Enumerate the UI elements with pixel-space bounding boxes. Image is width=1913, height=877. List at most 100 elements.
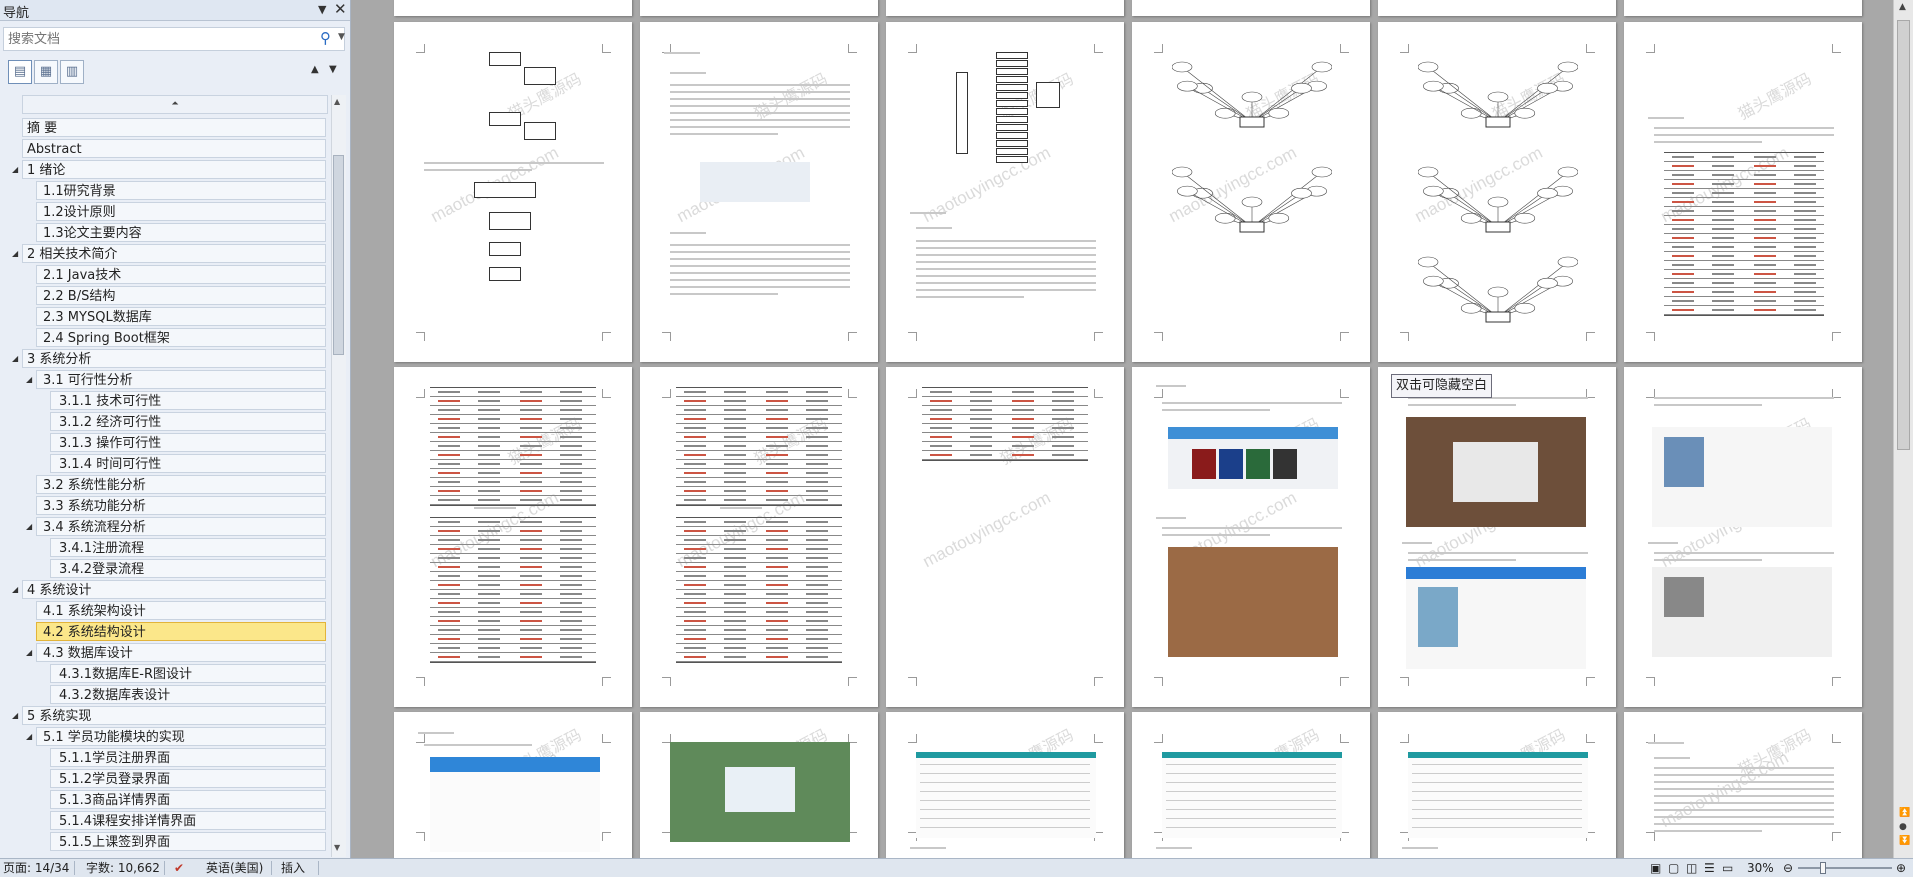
- outline-heading[interactable]: 2 相关技术简介: [22, 244, 326, 263]
- results-view-tab[interactable]: ▥: [60, 60, 84, 84]
- outline-heading-label: 5.1.5上课签到界面: [59, 835, 171, 850]
- zoom-slider[interactable]: [1798, 862, 1892, 874]
- expand-collapse-icon[interactable]: ◢: [12, 244, 18, 263]
- expand-collapse-icon[interactable]: ◢: [12, 580, 18, 599]
- outline-heading[interactable]: 2.4 Spring Boot框架: [36, 328, 326, 347]
- outline-scrollbar[interactable]: ▲ ▼: [331, 95, 346, 857]
- list-row: [1166, 818, 1336, 819]
- outline-heading[interactable]: 3.1.2 经济可行性: [50, 412, 326, 431]
- outline-heading[interactable]: 1.2设计原则: [36, 202, 326, 221]
- outline-heading-label: 3.1.2 经济可行性: [59, 415, 162, 430]
- outline-heading[interactable]: 3.1.3 操作可行性: [50, 433, 326, 452]
- document-page: maotouyingcc.com猫头鹰源码: [1132, 22, 1370, 362]
- expand-collapse-icon[interactable]: ◢: [26, 643, 32, 662]
- outline-heading-label: 2.3 MYSQL数据库: [43, 310, 152, 325]
- outline-heading[interactable]: 3.4 系统流程分析: [36, 517, 326, 536]
- draft-view-icon[interactable]: ▭: [1722, 860, 1733, 876]
- list-row: [1412, 764, 1582, 765]
- insert-mode-indicator[interactable]: 插入: [281, 860, 305, 876]
- page-image: [1162, 758, 1342, 838]
- print-layout-view-icon[interactable]: ▣: [1650, 860, 1661, 876]
- outline-heading[interactable]: 3.4.2登录流程: [50, 559, 326, 578]
- full-screen-reading-view-icon[interactable]: ▢: [1668, 860, 1679, 876]
- outline-heading[interactable]: 2.2 B/S结构: [36, 286, 326, 305]
- outline-heading[interactable]: 2.1 Java技术: [36, 265, 326, 284]
- expand-collapse-icon[interactable]: ◢: [12, 349, 18, 368]
- expand-collapse-icon[interactable]: ◢: [12, 160, 18, 179]
- outline-heading-label: 3.4 系统流程分析: [43, 520, 146, 535]
- outline-heading[interactable]: 4.3.2数据库表设计: [50, 685, 326, 704]
- outline-heading[interactable]: 4.1 系统架构设计: [36, 601, 326, 620]
- expand-collapse-icon[interactable]: ◢: [26, 370, 32, 389]
- outline-heading[interactable]: 5.1.5上课签到界面: [50, 832, 326, 851]
- pane-options-dropdown-icon[interactable]: ▼: [318, 3, 326, 16]
- previous-page-icon[interactable]: ⏫: [1899, 808, 1910, 818]
- outline-heading[interactable]: 摘 要: [22, 118, 326, 137]
- expand-collapse-icon[interactable]: ◢: [26, 517, 32, 536]
- document-canvas[interactable]: maotouyingcc.com猫头鹰源码maotouyingcc.com猫头鹰…: [351, 0, 1893, 858]
- zoom-level[interactable]: 30%: [1747, 860, 1774, 876]
- page-count[interactable]: 页面: 14/34: [3, 860, 69, 876]
- search-box[interactable]: ⚲ ▼: [3, 27, 345, 51]
- expand-collapse-icon[interactable]: ◢: [12, 706, 18, 725]
- word-count[interactable]: 字数: 10,662: [86, 860, 160, 876]
- list-row: [1412, 818, 1582, 819]
- previous-heading-icon[interactable]: ▲: [311, 64, 319, 75]
- outline-heading[interactable]: 3.4.1注册流程: [50, 538, 326, 557]
- scrollbar-thumb[interactable]: [1897, 20, 1910, 450]
- outline-heading[interactable]: 5 系统实现: [22, 706, 326, 725]
- outline-heading-label: 3 系统分析: [27, 352, 92, 367]
- scroll-down-icon[interactable]: ▼: [334, 843, 340, 852]
- flowchart-shape: [489, 112, 521, 126]
- search-options-dropdown-icon[interactable]: ▼: [338, 32, 345, 42]
- outline-heading[interactable]: 4 系统设计: [22, 580, 326, 599]
- outline-view-icon[interactable]: ☰: [1704, 860, 1715, 876]
- outline-heading[interactable]: 4.3 数据库设计: [36, 643, 326, 662]
- headings-view-tab[interactable]: ▤: [8, 60, 32, 84]
- close-pane-icon[interactable]: ✕: [334, 0, 347, 18]
- outline-heading[interactable]: 3.2 系统性能分析: [36, 475, 326, 494]
- outline-heading[interactable]: 5.1.2学员登录界面: [50, 769, 326, 788]
- next-heading-icon[interactable]: ▼: [329, 64, 337, 75]
- outline-heading[interactable]: 1 绪论: [22, 160, 326, 179]
- page-image: [700, 162, 810, 202]
- list-row: [1412, 827, 1582, 828]
- document-page: [640, 0, 878, 16]
- outline-heading[interactable]: 1.1研究背景: [36, 181, 326, 200]
- scroll-up-icon[interactable]: ▲: [334, 97, 340, 106]
- outline-heading[interactable]: 4.2 系统结构设计: [36, 622, 326, 641]
- document-scrollbar[interactable]: ▲ ⏫ ● ⏬: [1893, 0, 1913, 858]
- outline-heading-label: 5.1.4课程安排详情界面: [59, 814, 197, 829]
- browse-object-icon[interactable]: ●: [1899, 822, 1907, 832]
- language-indicator[interactable]: 英语(美国): [206, 860, 263, 876]
- collapse-all-icon[interactable]: ⏶: [22, 95, 328, 114]
- outline-heading[interactable]: 3.1 可行性分析: [36, 370, 326, 389]
- zoom-out-icon[interactable]: ⊖: [1783, 860, 1793, 876]
- outline-heading[interactable]: 1.3论文主要内容: [36, 223, 326, 242]
- pages-view-tab[interactable]: ▦: [34, 60, 58, 84]
- expand-collapse-icon[interactable]: ◢: [26, 727, 32, 746]
- scroll-up-icon[interactable]: ▲: [1899, 2, 1906, 12]
- outline-heading[interactable]: 5.1.3商品详情界面: [50, 790, 326, 809]
- outline-heading[interactable]: 5.1.1学员注册界面: [50, 748, 326, 767]
- zoom-slider-knob[interactable]: [1820, 862, 1826, 874]
- outline-heading[interactable]: Abstract: [22, 139, 326, 158]
- page-table: [1664, 152, 1824, 316]
- next-page-icon[interactable]: ⏬: [1899, 836, 1910, 846]
- structure-box: [996, 124, 1028, 131]
- web-layout-view-icon[interactable]: ◫: [1686, 860, 1697, 876]
- outline-heading[interactable]: 3.1.4 时间可行性: [50, 454, 326, 473]
- outline-heading[interactable]: 5.1 学员功能模块的实现: [36, 727, 326, 746]
- outline-heading[interactable]: 4.3.1数据库E-R图设计: [50, 664, 326, 683]
- outline-heading[interactable]: 2.3 MYSQL数据库: [36, 307, 326, 326]
- outline-heading[interactable]: 5.1.4课程安排详情界面: [50, 811, 326, 830]
- outline-heading[interactable]: 3.3 系统功能分析: [36, 496, 326, 515]
- proofing-icon[interactable]: ✔: [174, 860, 184, 876]
- scrollbar-thumb[interactable]: [333, 155, 344, 355]
- search-input[interactable]: [6, 30, 310, 48]
- zoom-in-icon[interactable]: ⊕: [1896, 860, 1906, 876]
- outline-heading[interactable]: 3 系统分析: [22, 349, 326, 368]
- outline-heading[interactable]: 3.1.1 技术可行性: [50, 391, 326, 410]
- outline-heading-label: 2.2 B/S结构: [43, 289, 116, 304]
- search-icon[interactable]: ⚲: [320, 29, 331, 47]
